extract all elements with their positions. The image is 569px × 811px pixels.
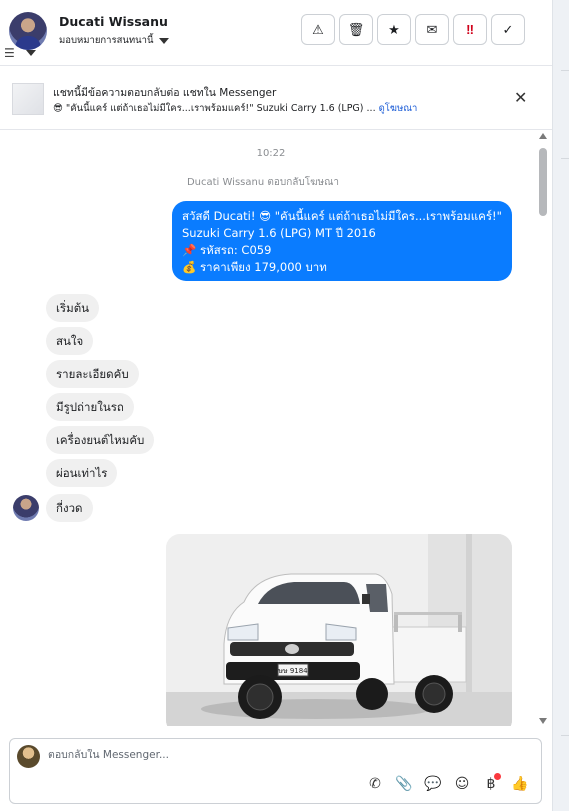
ad-banner-preview: 😎 "คันนี้แคร์ แต่ถ้าเธอไม่มีใคร...เราพร้… xyxy=(53,101,417,116)
pickup-truck-image: ษษ 9184 xyxy=(166,534,512,726)
outgoing-line: 💰 ราคาเพียง 179,000 บาท xyxy=(182,260,327,274)
message-composer: ✆ 📎 💬 ☺ ฿ 👍 xyxy=(9,738,542,804)
chevron-down-icon[interactable] xyxy=(26,50,36,56)
gutter-divider xyxy=(561,158,569,159)
ad-banner-title: แชทนี้มีข้อความตอบกลับต่อ แชทใน Messenge… xyxy=(53,87,277,99)
incoming-message-bubble[interactable]: กี่งวด xyxy=(46,494,93,522)
incoming-message-bubble[interactable]: รายละเอียดคับ xyxy=(46,360,139,388)
gutter-divider xyxy=(561,735,569,736)
mark-unread-button[interactable]: ✉ xyxy=(415,14,449,45)
incoming-message-bubble[interactable]: เริ่มต้น xyxy=(46,294,100,322)
outgoing-line: Suzuki Carry 1.6 (LPG) MT ปี 2016 xyxy=(182,226,376,240)
star-icon: ★ xyxy=(388,21,400,37)
car-photo[interactable]: ษษ 9184 xyxy=(166,534,512,726)
chat-bubble-icon[interactable]: 💬 xyxy=(423,774,443,794)
double-exclamation-icon: ‼ xyxy=(466,22,474,37)
header-actions: ⚠ 🗑 ★ ✉ ‼ ✓ xyxy=(301,14,525,45)
gutter-divider xyxy=(561,70,569,71)
reply-input[interactable] xyxy=(48,749,348,761)
conversation-panel: ☰ Ducati Wissanu มอบหมายการสนทนานี้ ⚠ 🗑 … xyxy=(0,0,569,811)
assign-conversation-dropdown[interactable]: มอบหมายการสนทนานี้ xyxy=(59,33,169,48)
phone-icon[interactable]: ✆ xyxy=(365,774,385,794)
thumbs-up-icon[interactable]: 👍 xyxy=(510,774,530,794)
incoming-message-bubble[interactable]: มีรูปถ่ายในรถ xyxy=(46,393,134,421)
paperclip-icon[interactable]: 📎 xyxy=(394,774,414,794)
page-avatar xyxy=(17,745,40,768)
settings-sliders-icon[interactable]: ☰ xyxy=(4,46,15,60)
checkmark-icon: ✓ xyxy=(502,21,514,37)
scroll-down-arrow-icon[interactable] xyxy=(539,718,547,724)
caret-down-icon xyxy=(158,38,169,44)
emoji-icon[interactable]: ☺ xyxy=(452,774,472,794)
ad-thumbnail[interactable] xyxy=(12,83,44,115)
close-icon[interactable]: ✕ xyxy=(514,88,527,107)
outgoing-line: สวัสดี Ducati! 😎 "คันนี้แคร์ แต่ถ้าเธอไม… xyxy=(182,209,502,223)
warning-icon: ⚠ xyxy=(312,21,324,37)
delete-button[interactable]: 🗑 xyxy=(339,14,373,45)
follow-up-button[interactable]: ‼ xyxy=(453,14,487,45)
outer-scroll-gutter xyxy=(552,0,569,811)
ad-preview-text: 😎 "คันนี้แคร์ แต่ถ้าเธอไม่มีใคร...เราพร้… xyxy=(53,103,376,114)
scrollbar-thumb[interactable] xyxy=(539,148,547,216)
view-ad-link[interactable]: ดูโฆษณา xyxy=(379,103,418,114)
incoming-message-bubble[interactable]: สนใจ xyxy=(46,327,94,355)
baht-icon[interactable]: ฿ xyxy=(481,773,501,794)
composer-toolbar: ✆ 📎 💬 ☺ ฿ 👍 xyxy=(365,773,530,794)
notification-dot xyxy=(494,773,501,780)
conversation-header: ☰ Ducati Wissanu มอบหมายการสนทนานี้ ⚠ 🗑 … xyxy=(0,0,552,66)
mark-done-button[interactable]: ✓ xyxy=(491,14,525,45)
outgoing-message-bubble[interactable]: สวัสดี Ducati! 😎 "คันนี้แคร์ แต่ถ้าเธอไม… xyxy=(172,201,512,281)
contact-avatar[interactable] xyxy=(9,12,47,50)
open-envelope-icon: ✉ xyxy=(426,21,438,37)
scroll-up-arrow-icon[interactable] xyxy=(539,133,547,139)
message-timestamp: 10:22 xyxy=(256,148,286,159)
license-plate-text: ษษ 9184 xyxy=(278,667,308,675)
trash-icon: 🗑 xyxy=(347,21,365,37)
assign-label: มอบหมายการสนทนานี้ xyxy=(59,35,154,46)
star-button[interactable]: ★ xyxy=(377,14,411,45)
outgoing-line: 📌 รหัสรถ: C059 xyxy=(182,243,272,257)
incoming-message-bubble[interactable]: เครื่องยนต์ไหมคับ xyxy=(46,426,155,454)
chat-scrollbar[interactable] xyxy=(537,131,549,728)
ad-reply-banner: แชทนี้มีข้อความตอบกลับต่อ แชทใน Messenge… xyxy=(0,67,552,130)
report-button[interactable]: ⚠ xyxy=(301,14,335,45)
replied-to-ad-note: Ducati Wissanu ตอบกลับโฆษณา xyxy=(186,177,340,188)
message-thread: 10:22 Ducati Wissanu ตอบกลับโฆษณา สวัสดี… xyxy=(0,131,552,726)
incoming-message-bubble[interactable]: ผ่อนเท่าไร xyxy=(46,459,118,487)
contact-name[interactable]: Ducati Wissanu xyxy=(59,14,168,29)
sender-avatar xyxy=(13,495,39,521)
